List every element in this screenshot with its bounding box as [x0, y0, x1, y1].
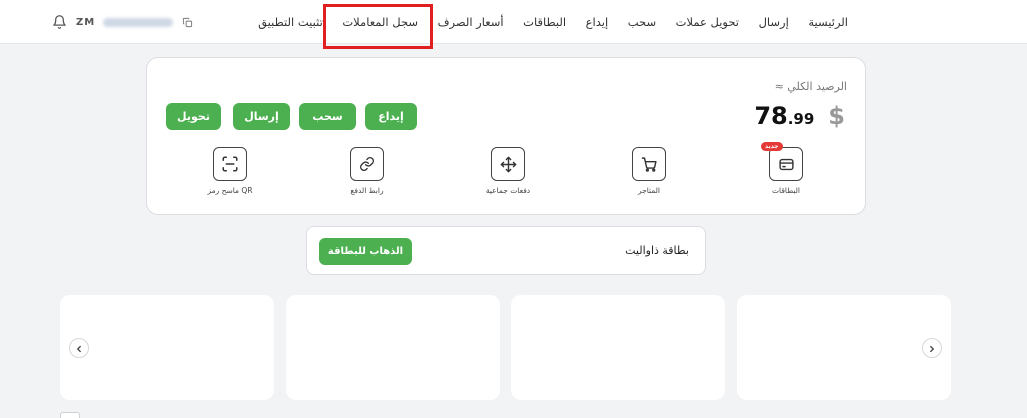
bell-icon[interactable]: [50, 13, 68, 31]
tile-label: دفعات جماعية: [485, 186, 531, 195]
balance-card: الرصيد الكلي ≈ 78.99 $ تحويل إرسال سحب إ…: [146, 57, 866, 215]
tile-label: البطاقات: [771, 186, 800, 195]
nav-deposit[interactable]: إيداع: [586, 15, 609, 29]
total-balance-label: الرصيد الكلي ≈: [774, 80, 847, 93]
masked-account-id: [103, 17, 174, 27]
thawallet-card-panel: بطاقة ذاواليت الذهاب للبطاقة: [306, 226, 706, 275]
new-badge: جديد: [761, 142, 783, 151]
top-navigation-bar: الرئيسية إرسال تحويل عملات سحب إيداع الب…: [0, 0, 1027, 44]
balance-value: 78.99: [754, 102, 815, 130]
shopping-cart-icon: [632, 147, 666, 181]
carousel-next-button[interactable]: [922, 338, 942, 358]
withdraw-button[interactable]: سحب: [299, 103, 356, 130]
move-arrows-icon: [491, 147, 525, 181]
nav-exchange-rates[interactable]: أسعار الصرف: [438, 15, 504, 29]
send-button[interactable]: إرسال: [233, 103, 290, 130]
total-balance-amount: 78.99 $: [754, 102, 845, 130]
nav-home[interactable]: الرئيسية: [808, 15, 848, 29]
chevron-right-icon: [927, 339, 937, 358]
tile-bulk-payments[interactable]: دفعات جماعية: [458, 147, 558, 195]
carousel-prev-button[interactable]: [69, 338, 89, 358]
deposit-button[interactable]: إيداع: [365, 103, 417, 130]
go-to-card-button[interactable]: الذهاب للبطاقة: [319, 238, 412, 265]
chevron-left-icon: [74, 339, 84, 358]
tile-label: المتاجر: [637, 186, 661, 195]
qr-scan-icon: [213, 147, 247, 181]
tile-cards[interactable]: جديد البطاقات: [736, 142, 836, 195]
tile-label: رابط الدفع: [350, 186, 384, 195]
avatar[interactable]: ZM: [76, 17, 95, 28]
nav-cards[interactable]: البطاقات: [523, 15, 566, 29]
carousel-slide[interactable]: [511, 295, 725, 400]
tile-label: ماسح رمز QR: [207, 186, 253, 195]
link-icon: [350, 147, 384, 181]
nav-transaction-history[interactable]: سجل المعاملات: [342, 15, 418, 29]
thawallet-card-title: بطاقة ذاواليت: [625, 244, 689, 257]
carousel-slide[interactable]: [286, 295, 500, 400]
carousel-slide[interactable]: [737, 295, 951, 400]
tile-payment-link[interactable]: رابط الدفع: [317, 147, 417, 195]
copy-icon[interactable]: [181, 16, 193, 28]
bottom-element: [60, 412, 80, 418]
carousel-slide[interactable]: [60, 295, 274, 400]
transfer-button[interactable]: تحويل: [166, 103, 221, 130]
currency-symbol: $: [828, 102, 845, 130]
user-area: ZM: [50, 11, 193, 33]
nav-currency-exchange[interactable]: تحويل عملات: [676, 15, 739, 29]
nav-withdraw[interactable]: سحب: [628, 15, 656, 29]
tile-stores[interactable]: المتاجر: [599, 147, 699, 195]
main-nav: الرئيسية إرسال تحويل عملات سحب إيداع الب…: [258, 0, 848, 44]
credit-card-icon: جديد: [761, 142, 803, 181]
tile-qr-scanner[interactable]: ماسح رمز QR: [180, 147, 280, 195]
nav-install-app[interactable]: تثبيت التطبيق: [258, 15, 323, 29]
nav-send[interactable]: إرسال: [759, 15, 789, 29]
